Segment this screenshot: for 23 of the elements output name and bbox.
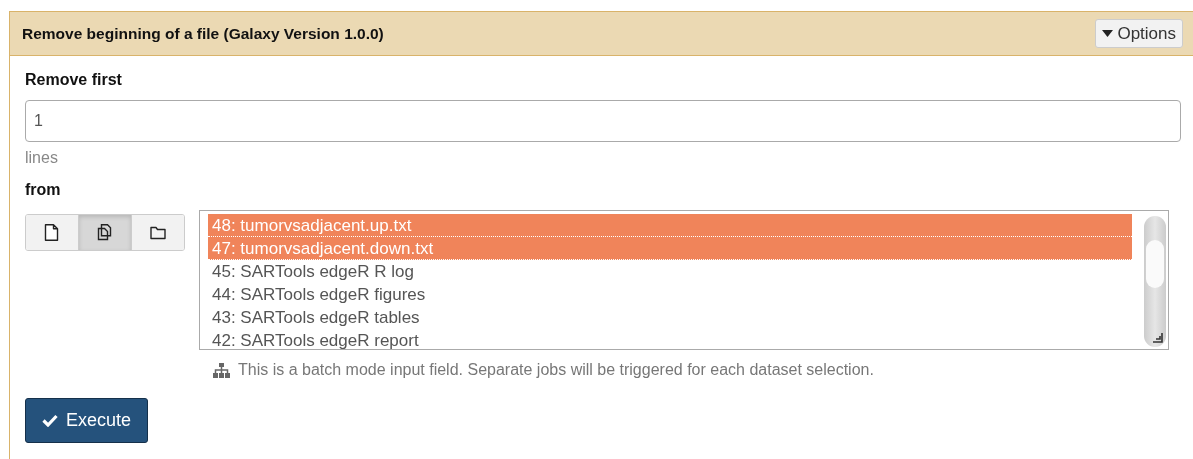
input-field[interactable]: 1 bbox=[25, 100, 1181, 142]
folder-icon bbox=[150, 224, 166, 241]
execute-button[interactable]: Execute bbox=[25, 398, 149, 443]
help-text: lines bbox=[25, 148, 59, 168]
file-icon bbox=[44, 224, 60, 241]
dataset-option[interactable]: 45: SARTools edgeR R log bbox=[208, 260, 1132, 283]
dataset-option[interactable]: 44: SARTools edgeR figures bbox=[208, 283, 1132, 306]
dataset-option[interactable]: 43: SARTools edgeR tables bbox=[208, 306, 1132, 329]
resize-icon bbox=[1152, 332, 1163, 343]
files-icon bbox=[97, 224, 113, 241]
dataset-list[interactable]: 48: tumorvsadjacent.up.txt 47: tumorvsadjacent.down.txt 45: SARTools edgeR R log 44: SARTools edgeR figures 43: SARTools edgeR tables 42: SARTools edgeR report bbox=[199, 210, 1169, 350]
mode-button[interactable] bbox=[79, 215, 132, 250]
field-label: Remove first bbox=[25, 70, 123, 90]
panel-title: Remove beginning of a file (Galaxy Version 1.0.0) bbox=[22, 23, 384, 44]
field-label: from bbox=[25, 180, 62, 200]
dataset-option[interactable]: 42: SARTools edgeR report bbox=[208, 329, 1132, 349]
mode-button[interactable] bbox=[26, 215, 79, 250]
caret-icon bbox=[1102, 30, 1114, 37]
batch-help-text: This is a batch mode input field. Separate jobs will be triggered for each dataset selection. bbox=[238, 360, 874, 380]
options-button[interactable]: Options bbox=[1095, 18, 1183, 49]
check-icon bbox=[42, 414, 58, 427]
sitemap-icon bbox=[213, 362, 230, 378]
scrollbar[interactable] bbox=[1144, 216, 1166, 347]
